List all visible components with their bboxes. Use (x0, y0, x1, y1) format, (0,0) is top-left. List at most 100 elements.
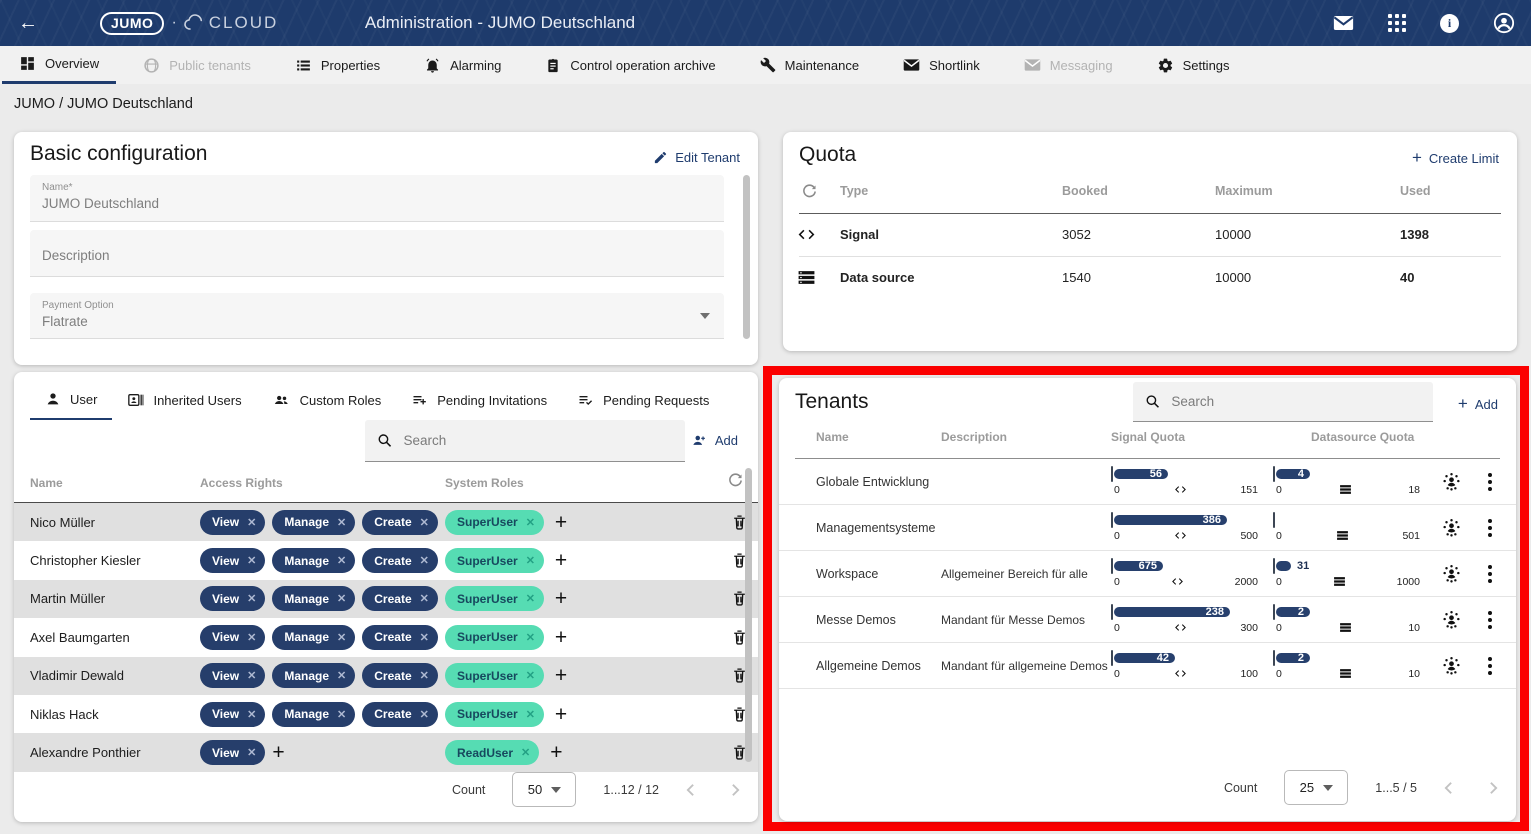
add-user-button[interactable]: Add (690, 433, 738, 448)
remove-icon[interactable]: ✕ (420, 708, 429, 721)
remove-icon[interactable]: ✕ (247, 516, 256, 529)
remove-icon[interactable]: ✕ (526, 708, 535, 721)
tab-user[interactable]: User (30, 382, 112, 420)
remove-icon[interactable]: ✕ (526, 554, 535, 567)
add-tenant-button[interactable]: + Add (1458, 394, 1498, 414)
remove-icon[interactable]: ✕ (337, 669, 346, 682)
remove-icon[interactable]: ✕ (247, 708, 256, 721)
refresh-icon[interactable] (801, 183, 818, 200)
tab-custom-roles[interactable]: Custom Roles (257, 382, 397, 420)
count-select[interactable]: 25 (1284, 770, 1348, 805)
access-chip[interactable]: Manage✕ (272, 510, 355, 535)
remove-icon[interactable]: ✕ (337, 592, 346, 605)
tab-pending-requests[interactable]: Pending Requests (562, 382, 724, 420)
row-menu-icon[interactable] (1484, 471, 1496, 493)
account-icon[interactable] (1493, 12, 1515, 34)
tab-settings[interactable]: Settings (1140, 46, 1247, 84)
remove-icon[interactable]: ✕ (420, 631, 429, 644)
row-menu-icon[interactable] (1484, 517, 1496, 539)
remove-icon[interactable]: ✕ (337, 708, 346, 721)
scrollbar[interactable] (745, 468, 752, 762)
add-role-icon[interactable]: + (555, 665, 567, 686)
role-chip[interactable]: SuperUser✕ (445, 663, 544, 688)
access-chip[interactable]: View✕ (200, 548, 265, 573)
user-search[interactable] (365, 420, 685, 462)
row-menu-icon[interactable] (1484, 609, 1496, 631)
remove-icon[interactable]: ✕ (247, 746, 256, 759)
payment-option-select[interactable]: Payment Option Flatrate (30, 293, 724, 339)
back-arrow-icon[interactable]: ← (18, 12, 38, 35)
row-menu-icon[interactable] (1484, 563, 1496, 585)
access-chip[interactable]: View✕ (200, 586, 265, 611)
search-input[interactable] (403, 433, 673, 448)
chevron-left-icon[interactable] (686, 783, 695, 797)
role-chip[interactable]: SuperUser✕ (445, 510, 544, 535)
access-chip[interactable]: Create✕ (362, 586, 438, 611)
access-chip[interactable]: Create✕ (362, 625, 438, 650)
remove-icon[interactable]: ✕ (337, 554, 346, 567)
tenant-users-icon[interactable] (1441, 563, 1462, 584)
tab-pending-invitations[interactable]: Pending Invitations (396, 382, 562, 420)
scrollbar[interactable] (743, 175, 750, 339)
remove-icon[interactable]: ✕ (420, 554, 429, 567)
access-chip[interactable]: View✕ (200, 663, 265, 688)
search-input[interactable] (1171, 394, 1421, 409)
tenant-search[interactable] (1133, 382, 1433, 422)
access-chip[interactable]: View✕ (200, 510, 265, 535)
tab-overview[interactable]: Overview (2, 46, 116, 84)
role-chip[interactable]: SuperUser✕ (445, 702, 544, 727)
remove-icon[interactable]: ✕ (247, 554, 256, 567)
role-chip[interactable]: SuperUser✕ (445, 586, 544, 611)
add-role-icon[interactable]: + (555, 588, 567, 609)
remove-icon[interactable]: ✕ (420, 669, 429, 682)
tab-inherited-users[interactable]: Inherited Users (112, 382, 256, 420)
access-chip[interactable]: View✕ (200, 625, 265, 650)
remove-icon[interactable]: ✕ (247, 592, 256, 605)
access-chip[interactable]: Create✕ (362, 510, 438, 535)
access-chip[interactable]: View✕ (200, 702, 265, 727)
remove-icon[interactable]: ✕ (526, 592, 535, 605)
description-field[interactable]: Description (30, 230, 724, 277)
remove-icon[interactable]: ✕ (521, 746, 530, 759)
role-chip[interactable]: SuperUser✕ (445, 548, 544, 573)
tenant-users-icon[interactable] (1441, 655, 1462, 676)
count-select[interactable]: 50 (512, 772, 576, 807)
access-chip[interactable]: Create✕ (362, 702, 438, 727)
remove-icon[interactable]: ✕ (526, 669, 535, 682)
tenant-users-icon[interactable] (1441, 609, 1462, 630)
remove-icon[interactable]: ✕ (337, 631, 346, 644)
add-role-icon[interactable]: + (555, 704, 567, 725)
remove-icon[interactable]: ✕ (247, 631, 256, 644)
role-chip[interactable]: SuperUser✕ (445, 625, 544, 650)
access-chip[interactable]: Manage✕ (272, 625, 355, 650)
remove-icon[interactable]: ✕ (526, 516, 535, 529)
tab-control-operation-archive[interactable]: Control operation archive (528, 46, 732, 84)
remove-icon[interactable]: ✕ (420, 592, 429, 605)
chevron-right-icon[interactable] (731, 783, 740, 797)
name-field[interactable]: Name* JUMO Deutschland (30, 175, 724, 222)
apps-grid-icon[interactable] (1388, 14, 1406, 32)
chevron-right-icon[interactable] (1489, 781, 1498, 795)
remove-icon[interactable]: ✕ (337, 516, 346, 529)
add-role-icon[interactable]: + (550, 742, 562, 763)
info-icon[interactable]: i (1440, 14, 1459, 33)
tenant-users-icon[interactable] (1441, 471, 1462, 492)
add-role-icon[interactable]: + (555, 512, 567, 533)
refresh-icon[interactable] (727, 472, 744, 489)
tenant-users-icon[interactable] (1441, 517, 1462, 538)
access-chip[interactable]: Create✕ (362, 548, 438, 573)
access-chip[interactable]: Manage✕ (272, 548, 355, 573)
access-chip[interactable]: Manage✕ (272, 702, 355, 727)
chevron-left-icon[interactable] (1444, 781, 1453, 795)
access-chip[interactable]: Manage✕ (272, 586, 355, 611)
row-menu-icon[interactable] (1484, 655, 1496, 677)
role-chip[interactable]: ReadUser✕ (445, 740, 539, 765)
mail-icon[interactable] (1333, 15, 1354, 31)
access-chip[interactable]: Manage✕ (272, 663, 355, 688)
remove-icon[interactable]: ✕ (420, 516, 429, 529)
tab-properties[interactable]: Properties (278, 46, 397, 84)
access-chip[interactable]: View✕ (200, 740, 265, 765)
tab-alarming[interactable]: Alarming (407, 46, 518, 84)
remove-icon[interactable]: ✕ (526, 631, 535, 644)
tab-maintenance[interactable]: Maintenance (743, 46, 876, 84)
